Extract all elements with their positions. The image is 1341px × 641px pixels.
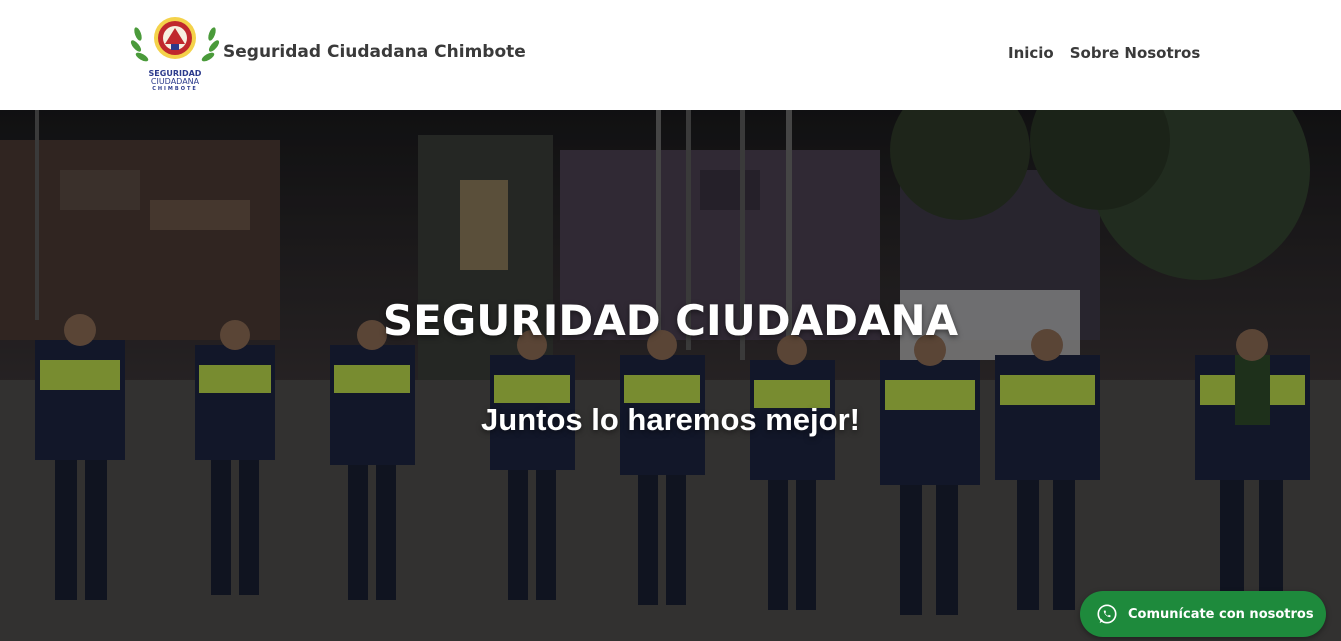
logo[interactable]: SEGURIDAD CIUDADANA CHIMBOTE — [130, 14, 220, 94]
nav-item-sobre-nosotros[interactable]: Sobre Nosotros — [1070, 44, 1201, 62]
shield-emblem-icon — [130, 17, 220, 62]
whatsapp-button-label: Comunícate con nosotros — [1128, 606, 1314, 622]
nav-item-inicio[interactable]: Inicio — [1008, 44, 1054, 62]
whatsapp-icon — [1097, 604, 1117, 624]
hero-background-image — [0, 110, 1341, 641]
hero-subtitle: Juntos lo haremos mejor! — [481, 402, 860, 437]
site-header: SEGURIDAD CIUDADANA CHIMBOTE Seguridad C… — [0, 0, 1341, 110]
main-nav: Inicio Sobre Nosotros — [1008, 44, 1200, 62]
site-title[interactable]: Seguridad Ciudadana Chimbote — [223, 42, 526, 62]
hero-title: SEGURIDAD CIUDADANA — [382, 296, 959, 345]
logo-line-3: CHIMBOTE — [152, 86, 198, 92]
whatsapp-contact-button[interactable]: Comunícate con nosotros — [1080, 591, 1326, 637]
logo-line-2: CIUDADANA — [150, 77, 200, 86]
hero-banner: SEGURIDAD CIUDADANA Juntos lo haremos me… — [0, 110, 1341, 641]
